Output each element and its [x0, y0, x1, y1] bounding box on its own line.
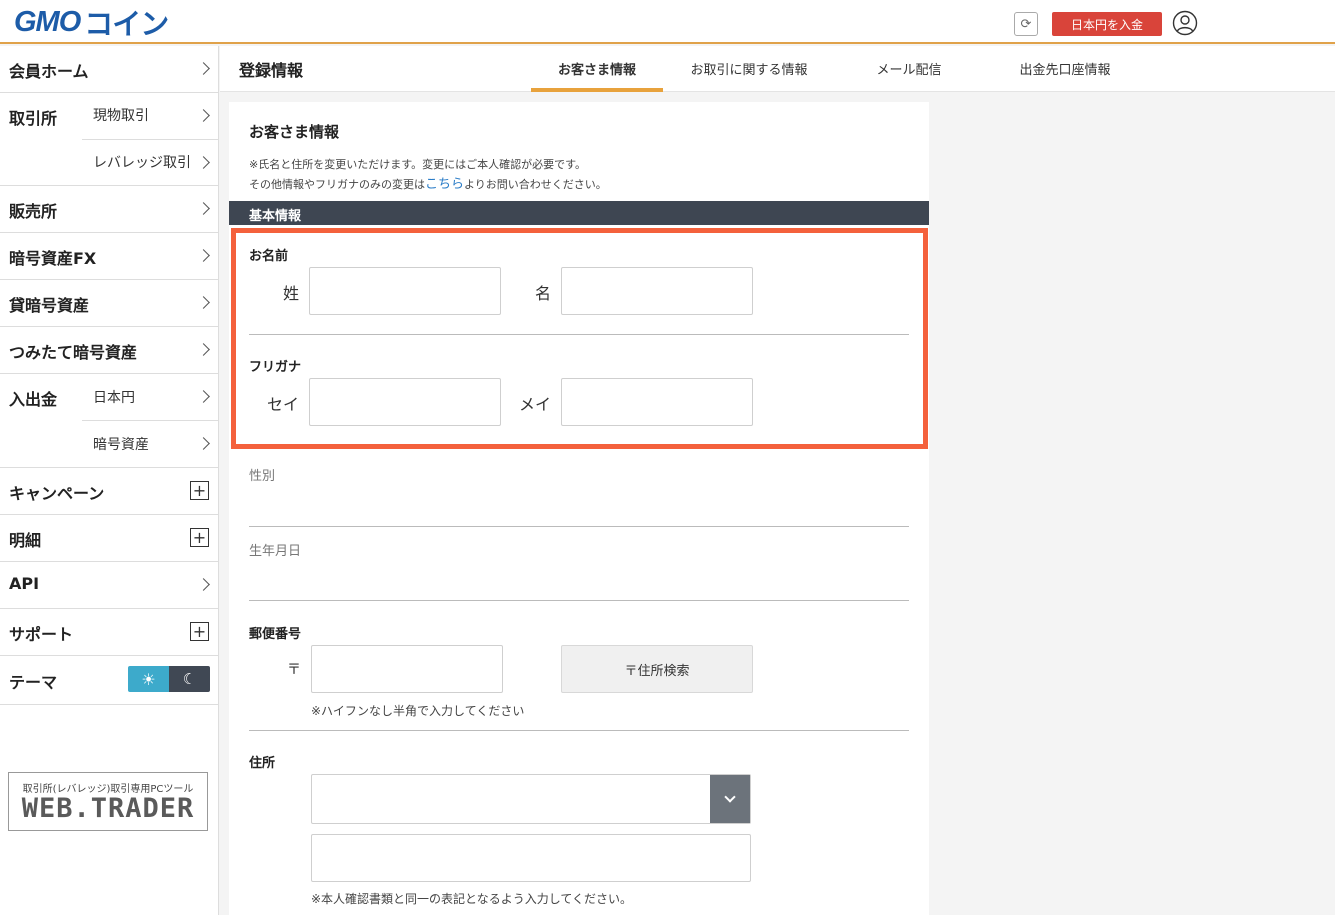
last-name-label: 姓	[282, 284, 299, 303]
tab-withdrawal-account[interactable]: 出金先口座情報	[1010, 59, 1120, 78]
sidebar-item-sales[interactable]: 販売所	[0, 186, 218, 233]
tab-trading-info[interactable]: お取引に関する情報	[682, 59, 816, 78]
deposit-jpy-button[interactable]: 日本円を入金	[1052, 12, 1162, 36]
tab-mail-delivery[interactable]: メール配信	[860, 59, 958, 78]
tab-bar: 登録情報 お客さま情報 お取引に関する情報 メール配信 出金先口座情報	[220, 46, 1335, 92]
basic-info-header: 基本情報	[229, 201, 929, 225]
postal-hint: ※ハイフンなし半角で入力してください	[311, 704, 525, 718]
address-label: 住所	[249, 756, 276, 771]
sidebar-label: 暗号資産FX	[9, 249, 97, 268]
note-text: その他情報やフリガナのみの変更は	[249, 178, 425, 191]
expand-plus-icon[interactable]: +	[190, 481, 209, 500]
section-title: 基本情報	[249, 209, 302, 224]
customer-info-card: お客さま情報 ※氏名と住所を変更いただけます。変更にはご本人確認が必要です。 そ…	[229, 102, 929, 915]
change-note: ※氏名と住所を変更いただけます。変更にはご本人確認が必要です。	[249, 158, 587, 171]
divider	[249, 334, 909, 335]
webtrader-banner[interactable]: 取引所(レバレッジ)取引専用PCツール WEB.TRADER	[8, 772, 208, 831]
sidebar-label: API	[9, 574, 40, 593]
divider	[249, 730, 909, 731]
address-input[interactable]	[311, 834, 751, 882]
logo-coin-text: コイン	[84, 9, 169, 41]
divider	[249, 600, 909, 601]
prefecture-select[interactable]	[311, 774, 751, 824]
user-icon[interactable]	[1172, 10, 1198, 36]
sidebar-item-tsumitate[interactable]: つみたて暗号資産	[0, 327, 218, 374]
sei-label: セイ	[266, 395, 299, 414]
chevron-right-icon[interactable]	[197, 390, 210, 403]
sidebar-item-jpy[interactable]: 日本円	[93, 387, 135, 407]
divider	[82, 139, 218, 140]
chevron-right-icon	[197, 296, 210, 309]
sidebar-label: キャンペーン	[9, 484, 105, 503]
sidebar-item-spot[interactable]: 現物取引	[93, 105, 149, 125]
chevron-right-icon	[197, 249, 210, 262]
sidebar-item-support[interactable]: サポート +	[0, 609, 218, 656]
postal-code-label: 郵便番号	[249, 627, 302, 642]
sidebar-item-theme: テーマ ☀ ☾	[0, 656, 218, 705]
chevron-right-icon	[197, 578, 210, 591]
sidebar-group-deposit-withdraw: 入出金 日本円 暗号資産	[0, 374, 218, 468]
sidebar-item-campaign[interactable]: キャンペーン +	[0, 468, 218, 515]
note-text: よりお問い合わせください。	[464, 178, 607, 191]
sidebar-item-fx[interactable]: 暗号資産FX	[0, 233, 218, 280]
sidebar-label: 貸暗号資産	[9, 296, 90, 315]
furigana-label: フリガナ	[249, 360, 302, 375]
address-hint: ※本人確認書類と同一の表記となるよう入力してください。	[311, 892, 632, 906]
contact-note: その他情報やフリガナのみの変更はこちらよりお問い合わせください。	[249, 173, 607, 192]
chevron-right-icon	[197, 343, 210, 356]
name-label: お名前	[249, 249, 289, 264]
expand-plus-icon[interactable]: +	[190, 622, 209, 641]
sidebar-item-crypto[interactable]: 暗号資産	[93, 434, 149, 454]
page-title: 登録情報	[239, 61, 304, 80]
active-tab-indicator	[531, 88, 663, 92]
sidebar-group-exchange: 取引所 現物取引 レバレッジ取引	[0, 93, 218, 186]
chevron-right-icon[interactable]	[197, 109, 210, 122]
first-name-label: 名	[534, 284, 551, 303]
expand-plus-icon[interactable]: +	[190, 528, 209, 547]
webtrader-logo: WEB.TRADER	[21, 793, 195, 824]
sidebar-label: 入出金	[9, 390, 58, 409]
sun-icon[interactable]: ☀	[128, 666, 169, 692]
sidebar-label: 取引所	[9, 109, 58, 128]
card-title: お客さま情報	[249, 123, 340, 141]
postal-mark: 〒	[287, 662, 301, 678]
chevron-right-icon	[197, 202, 210, 215]
sidebar-label: テーマ	[9, 673, 58, 692]
sidebar-item-lending[interactable]: 貸暗号資産	[0, 280, 218, 327]
chevron-down-icon[interactable]	[710, 775, 750, 823]
divider	[249, 526, 909, 527]
gmo-coin-logo[interactable]: GMO コイン	[14, 5, 169, 42]
mei-label: メイ	[518, 395, 551, 414]
birthday-label: 生年月日	[249, 544, 302, 559]
sidebar-nav: 会員ホーム 取引所 現物取引 レバレッジ取引 販売所 暗号資産FX 貸暗号資産 …	[0, 46, 219, 915]
chevron-right-icon[interactable]	[197, 437, 210, 450]
refresh-icon[interactable]: ⟳	[1014, 12, 1038, 36]
logo-gmo-text: GMO	[14, 5, 81, 38]
chevron-right-icon[interactable]	[197, 156, 210, 169]
contact-link[interactable]: こちら	[425, 177, 464, 192]
last-name-input[interactable]	[309, 267, 501, 315]
address-search-button[interactable]: 〒住所検索	[561, 645, 753, 693]
top-header: GMO コイン ⟳ 日本円を入金	[0, 0, 1335, 44]
sidebar-label: 会員ホーム	[9, 62, 89, 81]
chevron-right-icon	[197, 62, 210, 75]
moon-icon[interactable]: ☾	[169, 666, 210, 692]
sidebar-label: 販売所	[9, 202, 58, 221]
sidebar-item-statement[interactable]: 明細 +	[0, 515, 218, 562]
first-name-input[interactable]	[561, 267, 753, 315]
sidebar-item-member-home[interactable]: 会員ホーム	[0, 46, 218, 93]
sidebar-item-api[interactable]: API	[0, 562, 218, 609]
gender-label: 性別	[249, 469, 276, 484]
sidebar-label: 明細	[9, 531, 42, 550]
mei-input[interactable]	[561, 378, 753, 426]
sidebar-label: サポート	[9, 625, 74, 644]
sidebar-label: つみたて暗号資産	[9, 343, 138, 362]
sei-input[interactable]	[309, 378, 501, 426]
theme-toggle[interactable]: ☀ ☾	[128, 666, 210, 692]
sidebar-item-leverage[interactable]: レバレッジ取引	[93, 152, 191, 172]
tab-customer-info[interactable]: お客さま情報	[531, 59, 663, 78]
divider	[82, 420, 218, 421]
postal-code-input[interactable]	[311, 645, 503, 693]
